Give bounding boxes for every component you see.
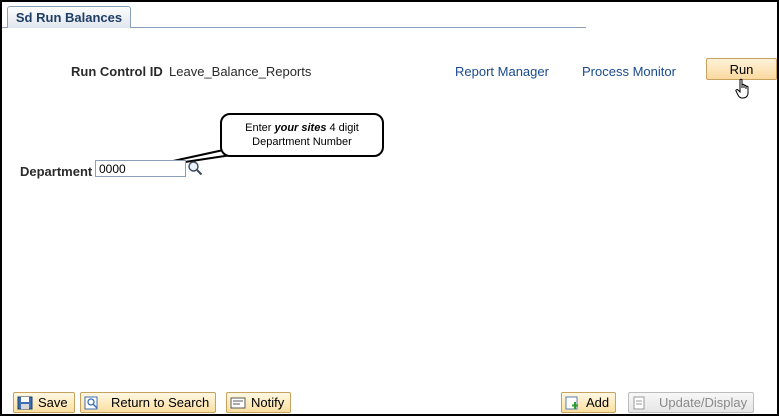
return-to-search-button[interactable]: Return to Search [80, 392, 217, 413]
department-label: Department [20, 164, 93, 179]
update-display-label: Update/Display [659, 395, 748, 410]
notify-label: Notify [251, 395, 285, 410]
hand-cursor-icon [735, 78, 749, 99]
floppy-disk-icon [17, 396, 33, 409]
add-label: Add [586, 395, 610, 410]
tab-sd-run-balances[interactable]: Sd Run Balances [7, 6, 131, 28]
return-search-icon [84, 396, 98, 409]
process-monitor-link[interactable]: Process Monitor [582, 64, 676, 79]
callout-line-2: Department Number [252, 136, 352, 148]
run-control-id-label: Run Control ID [71, 64, 163, 79]
run-control-id-value: Leave_Balance_Reports [169, 64, 312, 79]
callout-line-1: Enter your sites 4 digit [245, 122, 359, 134]
update-display-icon [633, 396, 645, 409]
department-input[interactable] [95, 160, 186, 177]
tab-divider [2, 27, 7, 28]
notify-icon [230, 397, 246, 408]
add-icon [565, 396, 578, 409]
notify-button[interactable]: Notify [226, 392, 292, 413]
tab-divider [131, 27, 586, 28]
save-button-label: Save [38, 395, 68, 410]
lookup-magnifier-icon[interactable] [187, 160, 203, 176]
add-button[interactable]: Add [561, 392, 617, 413]
update-display-button[interactable]: Update/Display [628, 392, 755, 413]
instruction-callout: Enter your sites 4 digit Department Numb… [220, 113, 384, 157]
page-frame [0, 0, 779, 416]
run-button[interactable]: Run [706, 58, 777, 80]
report-manager-link[interactable]: Report Manager [455, 64, 549, 79]
return-to-search-label: Return to Search [111, 395, 210, 410]
save-button[interactable]: Save [13, 392, 75, 413]
